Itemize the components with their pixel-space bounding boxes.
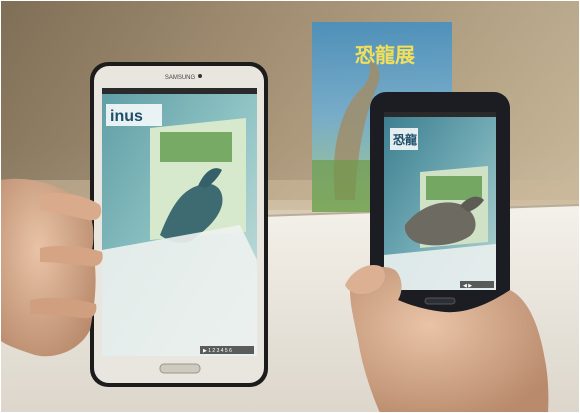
left-screen-footer-text: ▶ 1 2 3 4 5 6 [203, 348, 232, 354]
left-hand [0, 178, 103, 357]
left-phone-home-button [159, 363, 201, 374]
right-phone-home-button [424, 297, 456, 305]
left-ar-card-foliage [160, 132, 232, 162]
poster-title: 恐龍展 [355, 43, 415, 67]
right-phone-status-bar [384, 112, 496, 117]
left-phone-brand: SAMSUNG [165, 75, 196, 81]
photo-canvas: 恐龍展 SAMSUNG inus ▶ 1 2 3 4 5 6 恐龍 ◀ ▶ [0, 0, 580, 413]
ar-dinosaur-photo: 恐龍展 SAMSUNG inus ▶ 1 2 3 4 5 6 恐龍 ◀ ▶ [0, 0, 580, 413]
right-ar-card-foliage [426, 176, 482, 200]
left-phone-status-bar [102, 88, 257, 94]
left-phone: SAMSUNG inus ▶ 1 2 3 4 5 6 [90, 62, 268, 387]
right-screen-heading: 恐龍 [393, 132, 417, 147]
right-screen-footer-text: ◀ ▶ [463, 283, 472, 289]
left-screen-heading: inus [110, 108, 143, 125]
left-phone-camera [198, 74, 202, 78]
